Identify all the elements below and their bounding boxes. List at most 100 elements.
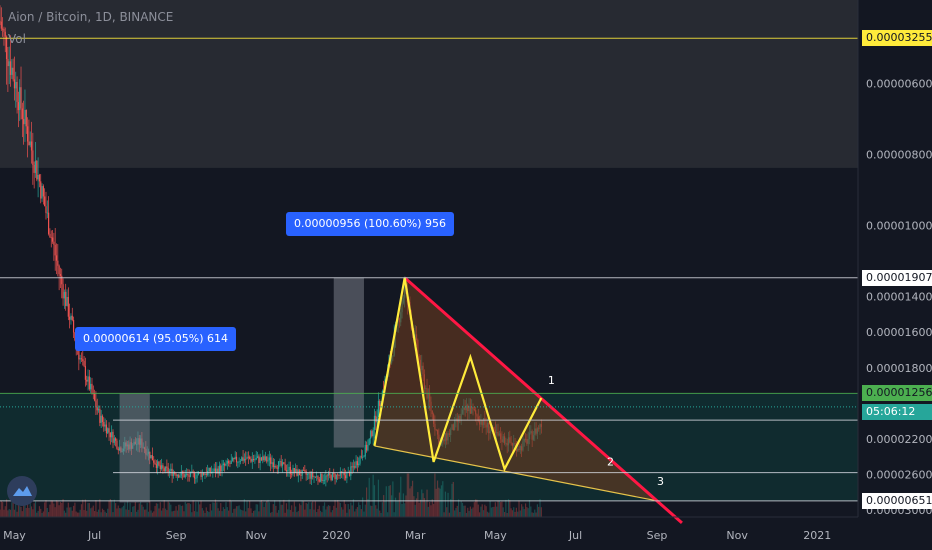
candle xyxy=(115,438,117,441)
volume-bar xyxy=(254,510,256,517)
volume-label: Vol xyxy=(8,32,26,46)
candle xyxy=(274,465,276,468)
candle xyxy=(69,316,71,320)
volume-bar xyxy=(243,499,245,517)
volume-bar xyxy=(355,508,357,517)
volume-bar xyxy=(482,510,485,517)
volume-bar xyxy=(285,503,288,517)
candle xyxy=(229,463,231,464)
volume-bar xyxy=(221,511,223,517)
volume-bar xyxy=(84,499,87,517)
volume-bar xyxy=(363,511,365,517)
volume-bar xyxy=(237,506,239,517)
candle xyxy=(225,463,227,466)
tradingview-logo-icon[interactable] xyxy=(7,476,37,506)
volume-bar xyxy=(505,499,507,517)
volume-bar xyxy=(171,511,173,517)
volume-bar xyxy=(387,512,389,517)
volume-bar xyxy=(0,500,2,517)
candle xyxy=(0,21,1,23)
volume-bar xyxy=(125,509,127,517)
volume-bar xyxy=(259,500,261,517)
candle xyxy=(84,366,87,380)
volume-bar xyxy=(30,506,33,517)
price-chart[interactable]: 123 0.000030000.000026000.000022000.0000… xyxy=(0,0,932,550)
volume-bar xyxy=(293,501,295,517)
candle xyxy=(20,87,22,109)
candle xyxy=(377,400,380,417)
measure-box xyxy=(119,393,150,503)
volume-bar xyxy=(400,476,402,517)
candle xyxy=(297,470,299,476)
measure-badge-2[interactable]: 0.00000956 (100.60%) 956 xyxy=(286,212,454,236)
candle xyxy=(5,36,8,60)
volume-bar xyxy=(375,505,377,517)
candle xyxy=(260,457,263,461)
volume-bar xyxy=(13,509,16,517)
volume-bar xyxy=(459,512,461,517)
volume-bar xyxy=(540,507,542,517)
candle xyxy=(222,463,224,466)
volume-bar xyxy=(342,509,344,517)
volume-bar xyxy=(292,511,294,517)
volume-bar xyxy=(266,500,268,517)
candle xyxy=(320,473,322,482)
measure-badge-1[interactable]: 0.00000614 (95.05%) 614 xyxy=(75,327,236,351)
candle xyxy=(252,459,255,461)
price-tag-teal: 05:06:12 xyxy=(862,404,932,421)
volume-bar xyxy=(146,502,148,517)
volume-bar xyxy=(279,500,281,517)
candle xyxy=(360,456,362,458)
volume-bar xyxy=(37,510,39,517)
volume-bar xyxy=(409,488,411,517)
candle xyxy=(63,291,65,299)
volume-bar xyxy=(471,508,473,517)
volume-bar xyxy=(100,512,102,517)
volume-bar xyxy=(313,509,315,517)
candle xyxy=(285,470,288,472)
candle xyxy=(88,376,90,390)
volume-bar xyxy=(55,500,58,517)
candle xyxy=(196,474,198,478)
volume-bar xyxy=(50,500,52,517)
candle xyxy=(230,460,232,464)
volume-bar xyxy=(486,511,489,517)
volume-bar xyxy=(272,504,274,517)
volume-bar xyxy=(501,501,503,517)
candle xyxy=(280,461,282,466)
volume-bar xyxy=(352,499,355,517)
candle xyxy=(72,320,75,333)
candle xyxy=(317,476,319,480)
candle xyxy=(101,415,104,422)
volume-bar xyxy=(263,507,265,517)
volume-bar xyxy=(91,507,93,517)
chart-stage[interactable]: 123 0.00003000 0.00002600 0.00002200 0.0000… xyxy=(0,0,932,550)
volume-bar xyxy=(252,510,255,517)
candle xyxy=(306,474,309,475)
volume-bar xyxy=(507,499,510,517)
volume-bar xyxy=(410,486,412,517)
candle xyxy=(267,460,269,462)
volume-bar xyxy=(76,512,79,517)
volume-bar xyxy=(429,502,431,517)
volume-bar xyxy=(379,510,381,517)
candle xyxy=(99,408,101,423)
volume-bar xyxy=(309,509,311,517)
volume-bar xyxy=(454,510,456,517)
candle xyxy=(281,462,284,466)
volume-bar xyxy=(126,500,129,517)
volume-bar xyxy=(434,473,436,517)
candle xyxy=(235,456,238,463)
volume-bar xyxy=(298,503,301,517)
candle xyxy=(277,461,280,469)
volume-bar xyxy=(333,505,335,517)
volume-bar xyxy=(32,509,34,517)
candle xyxy=(373,415,376,430)
candle xyxy=(193,472,196,479)
volume-bar xyxy=(49,504,51,517)
candle xyxy=(350,466,352,476)
candle xyxy=(329,473,331,476)
volume-bar xyxy=(354,511,356,517)
candle xyxy=(291,473,293,475)
volume-bar xyxy=(136,511,138,517)
